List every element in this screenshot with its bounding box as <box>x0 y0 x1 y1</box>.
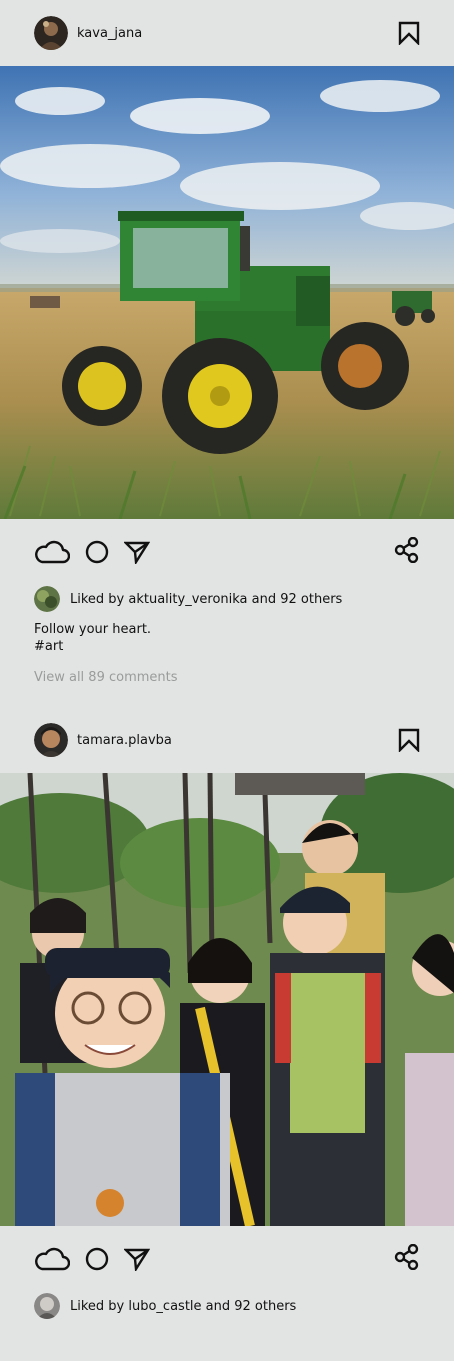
likes-text[interactable]: Liked by aktuality_veronika and 92 other… <box>70 592 342 607</box>
post-image[interactable] <box>0 773 454 1226</box>
post: kava_jana Liked by aktuality_veronika an… <box>0 0 454 685</box>
likes-text[interactable]: Liked by lubo_castle and 92 others <box>70 1299 296 1314</box>
share-icon[interactable] <box>394 536 420 567</box>
avatar[interactable] <box>34 723 68 757</box>
post-actions <box>0 1226 454 1292</box>
bookmark-icon[interactable] <box>398 728 420 753</box>
post-header: kava_jana <box>0 0 454 66</box>
post: tamara.plavba Liked by lubo_castle and 9… <box>0 707 454 1320</box>
post-actions <box>0 519 454 585</box>
view-comments-link[interactable]: View all 89 comments <box>0 670 454 685</box>
likes-row: Liked by lubo_castle and 92 others <box>0 1292 454 1320</box>
post-image[interactable] <box>0 66 454 519</box>
liker-avatar[interactable] <box>34 586 60 612</box>
bookmark-icon[interactable] <box>398 21 420 46</box>
share-icon[interactable] <box>394 1243 420 1274</box>
username[interactable]: tamara.plavba <box>77 733 172 748</box>
liker-avatar[interactable] <box>34 1293 60 1319</box>
hashtag-link[interactable]: #art <box>34 638 420 655</box>
post-header: tamara.plavba <box>0 707 454 773</box>
send-icon[interactable] <box>124 540 150 564</box>
cloud-icon[interactable] <box>34 1247 70 1271</box>
cloud-icon[interactable] <box>34 540 70 564</box>
avatar[interactable] <box>34 16 68 50</box>
circle-icon[interactable] <box>84 1246 110 1272</box>
username[interactable]: kava_jana <box>77 26 142 41</box>
likes-row: Liked by aktuality_veronika and 92 other… <box>0 585 454 613</box>
caption-text: Follow your heart. <box>34 622 152 637</box>
send-icon[interactable] <box>124 1247 150 1271</box>
caption: Follow your heart. #art <box>0 621 454 655</box>
circle-icon[interactable] <box>84 539 110 565</box>
